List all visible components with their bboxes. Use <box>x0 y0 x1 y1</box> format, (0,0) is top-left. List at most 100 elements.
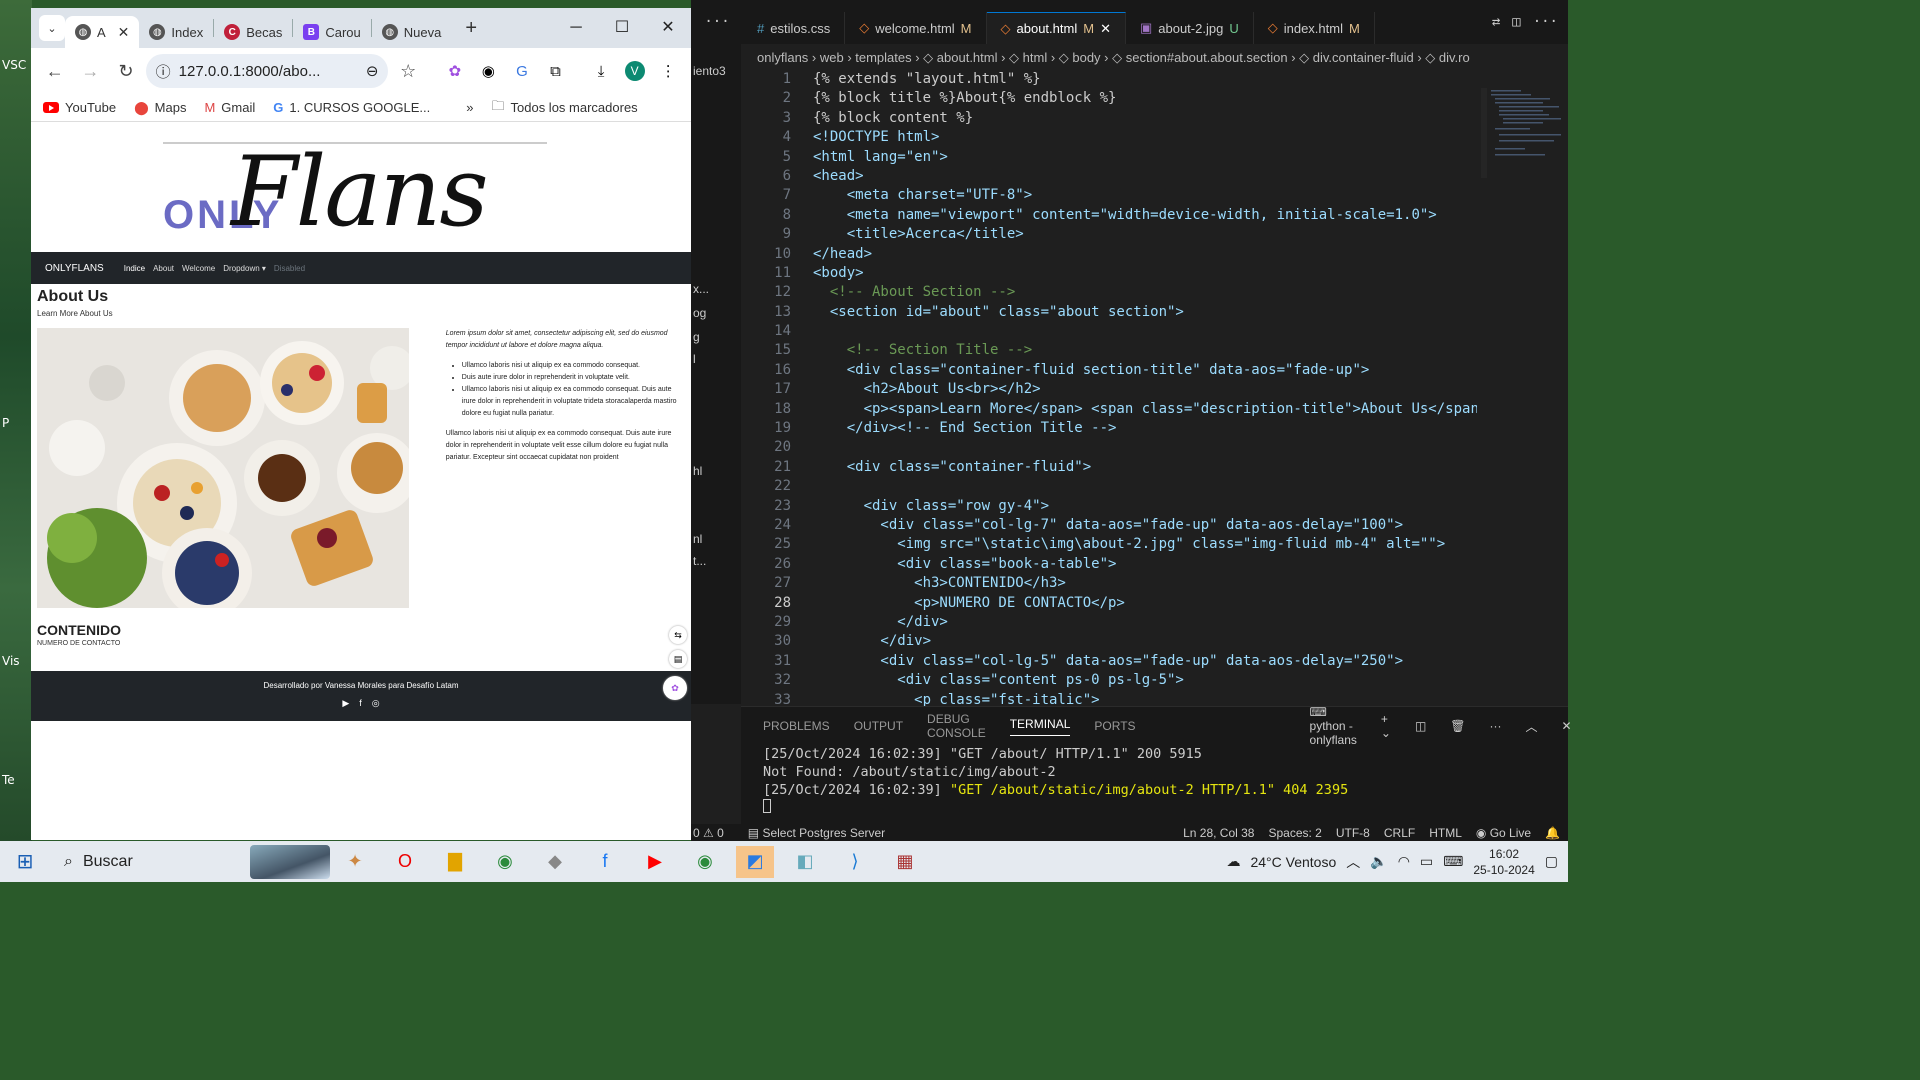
minimize-button[interactable]: ─ <box>553 8 599 48</box>
explorer-item[interactable]: g <box>693 330 700 344</box>
opera-icon[interactable]: O <box>386 846 424 878</box>
battery-icon[interactable]: ▭ <box>1420 853 1433 870</box>
code-line[interactable]: 30 </div> <box>757 632 1477 651</box>
reader-float-icon[interactable]: ▤ <box>669 650 687 668</box>
explorer-item[interactable]: og <box>693 306 706 320</box>
code-line[interactable]: 25 <img src="\static\img\about-2.jpg" cl… <box>757 535 1477 554</box>
bookmark-star-icon[interactable]: ☆ <box>392 55 424 87</box>
code-line[interactable]: 17 <h2>About Us<br></h2> <box>757 380 1477 399</box>
code-line[interactable]: 9 <title>Acerca</title> <box>757 225 1477 244</box>
bookmarks-overflow-icon[interactable]: » <box>466 100 473 115</box>
split-editor-icon[interactable]: ◫ <box>1512 14 1520 30</box>
tab-welcome-html[interactable]: ◇ welcome.html M <box>845 12 987 44</box>
code-line[interactable]: 4 <!DOCTYPE html> <box>757 128 1477 147</box>
app-icon[interactable]: ◧ <box>786 846 824 878</box>
bookmark-maps[interactable]: ⬤ Maps <box>134 100 186 116</box>
menu-kebab-icon[interactable]: ⋮ <box>653 56 683 86</box>
instagram-icon[interactable]: ◎ <box>372 698 380 709</box>
code-line[interactable]: 33 <p class="fst-italic"> <box>757 691 1477 707</box>
all-bookmarks[interactable]: 🗀 Todos los marcadores <box>491 97 637 119</box>
cursor-position[interactable]: Ln 28, Col 38 <box>1183 826 1254 840</box>
code-line[interactable]: 18 <p><span>Learn More</span> <span clas… <box>757 400 1477 419</box>
windows-start-icon[interactable]: ⊞ <box>6 846 44 878</box>
code-line[interactable]: 12 <!-- About Section --> <box>757 283 1477 302</box>
code-line[interactable]: 22 <box>757 477 1477 496</box>
tab-estilos-css[interactable]: # estilos.css <box>743 12 846 44</box>
reload-button[interactable]: ↻ <box>110 55 142 87</box>
tab-debug-console[interactable]: DEBUG CONSOLE <box>927 712 986 740</box>
tab-about[interactable]: ◍ A ✕ <box>65 16 140 48</box>
chevron-up-icon[interactable]: ︿ <box>1526 718 1538 735</box>
explorer-item[interactable]: t... <box>693 554 706 568</box>
tab-terminal[interactable]: TERMINAL <box>1009 717 1071 736</box>
code-line[interactable]: 20 <box>757 438 1477 457</box>
code-line[interactable]: 3 {% block content %} <box>757 109 1477 128</box>
postgres-selector[interactable]: ▤ Select Postgres Server <box>748 826 885 840</box>
code-line[interactable]: 8 <meta name="viewport" content="width=d… <box>757 206 1477 225</box>
code-line[interactable]: 10 </head> <box>757 245 1477 264</box>
problems-count[interactable]: 0 ⚠ 0 <box>693 826 724 840</box>
weather-icon[interactable]: ☁ <box>1226 853 1240 870</box>
code-editor[interactable]: 1 {% extends "layout.html" %} 2 {% block ti… <box>757 70 1477 706</box>
extensions-puzzle-icon[interactable]: ⧉ <box>541 56 571 86</box>
extension-record-icon[interactable]: ◉ <box>474 56 504 86</box>
code-line[interactable]: 29 </div> <box>757 613 1477 632</box>
terminal-selector[interactable]: ⌨ python - onlyflans <box>1310 705 1357 747</box>
go-live-button[interactable]: ◉ Go Live <box>1476 826 1531 840</box>
code-line[interactable]: 7 <meta charset="UTF-8"> <box>757 186 1477 205</box>
code-line[interactable]: 13 <section id="about" class="about sect… <box>757 303 1477 322</box>
indentation[interactable]: Spaces: 2 <box>1268 826 1321 840</box>
forward-button[interactable]: → <box>75 55 107 87</box>
code-line[interactable]: 1 {% extends "layout.html" %} <box>757 70 1477 89</box>
more-icon[interactable]: ··· <box>1533 14 1558 30</box>
nav-brand[interactable]: ONLYFLANS <box>45 263 104 274</box>
download-icon[interactable]: ⤓ <box>586 56 616 86</box>
code-line[interactable]: 16 <div class="container-fluid section-t… <box>757 361 1477 380</box>
new-tab-button[interactable]: + <box>465 17 477 40</box>
close-window-button[interactable]: ✕ <box>645 8 691 48</box>
maximize-button[interactable]: ☐ <box>599 8 645 48</box>
nav-item-indice[interactable]: Indice <box>124 264 145 273</box>
code-line[interactable]: 27 <h3>CONTENIDO</h3> <box>757 574 1477 593</box>
encoding[interactable]: UTF-8 <box>1336 826 1370 840</box>
tab-new[interactable]: ◍ Nueva <box>372 16 452 48</box>
tab-ports[interactable]: PORTS <box>1094 719 1135 733</box>
back-button[interactable]: ← <box>39 55 71 87</box>
extension-brain-icon[interactable]: ✿ <box>440 56 470 86</box>
explorer-item[interactable]: l <box>693 352 696 366</box>
taskbar-search[interactable]: ⌕ Buscar <box>50 841 330 882</box>
site-info-icon[interactable]: ⓘ <box>156 61 171 82</box>
profile-avatar[interactable]: V <box>620 56 650 86</box>
volume-icon[interactable]: 🔈 <box>1370 853 1387 870</box>
bookmark-youtube[interactable]: YouTube <box>43 100 116 115</box>
youtube-icon[interactable]: ▶ <box>636 846 674 878</box>
split-terminal-icon[interactable]: ◫ <box>1415 719 1426 733</box>
bookmark-gmail[interactable]: M Gmail <box>204 100 255 115</box>
code-line[interactable]: 31 <div class="col-lg-5" data-aos="fade-… <box>757 652 1477 671</box>
youtube-icon[interactable]: ▶ <box>342 698 349 709</box>
nav-item-about[interactable]: About <box>153 264 174 273</box>
terminal-output[interactable]: [25/Oct/2024 16:02:39] "GET /about/ HTTP… <box>741 745 1568 813</box>
code-line[interactable]: 11 <body> <box>757 264 1477 283</box>
translate-icon[interactable]: G <box>507 56 537 86</box>
app-icon[interactable]: ◩ <box>736 845 774 878</box>
translate-float-icon[interactable]: ⇆ <box>669 626 687 644</box>
winrar-icon[interactable]: ▦ <box>886 846 924 878</box>
code-line[interactable]: 2 {% block title %}About{% endblock %} <box>757 89 1477 108</box>
chevron-up-icon[interactable]: ︿ <box>1346 852 1360 872</box>
tab-output[interactable]: OUTPUT <box>854 719 903 733</box>
close-panel-icon[interactable]: ✕ <box>1562 719 1572 733</box>
line-ending[interactable]: CRLF <box>1384 826 1415 840</box>
explorer-item[interactable]: iento3 <box>693 64 726 78</box>
chrome-icon[interactable]: ◉ <box>486 846 524 878</box>
nav-item-welcome[interactable]: Welcome <box>182 264 215 273</box>
nav-item-dropdown[interactable]: Dropdown ▾ <box>223 264 266 273</box>
address-bar[interactable]: ⓘ 127.0.0.1:8000/abo... ⊖ <box>145 54 389 88</box>
code-line[interactable]: 26 <div class="book-a-table"> <box>757 555 1477 574</box>
code-line[interactable]: 24 <div class="col-lg-7" data-aos="fade-… <box>757 516 1477 535</box>
chrome-profile-icon[interactable]: ◉ <box>686 846 724 878</box>
code-line[interactable]: 15 <!-- Section Title --> <box>757 341 1477 360</box>
breadcrumb[interactable]: onlyflans › web › templates › ◇ about.ht… <box>757 50 1470 66</box>
tab-index[interactable]: ◍ Index <box>139 16 213 48</box>
code-line[interactable]: 6 <head> <box>757 167 1477 186</box>
